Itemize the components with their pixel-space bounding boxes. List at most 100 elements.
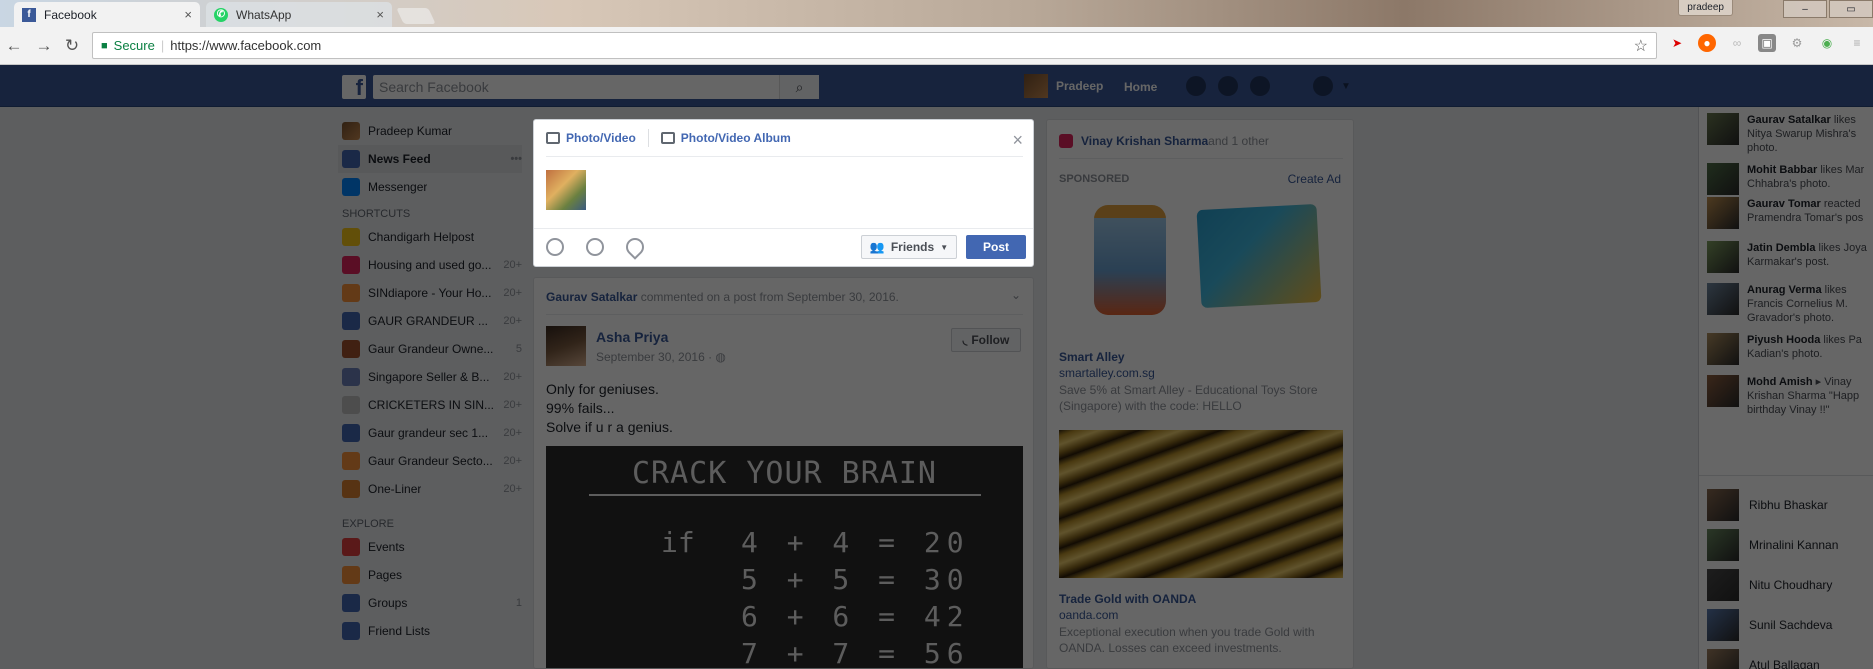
extension-bird-icon[interactable]: ➤ <box>1668 34 1686 52</box>
ticker-line: likes Joya <box>1815 242 1867 254</box>
close-tab-icon[interactable]: × <box>376 7 384 22</box>
home-link[interactable]: Home <box>1124 80 1157 94</box>
tab-photo-video-label: Photo/Video <box>566 131 636 145</box>
nav-explore[interactable]: Pages <box>342 561 522 589</box>
nav-shortcut[interactable]: Chandigarh Helpost <box>342 223 522 251</box>
close-tab-icon[interactable]: × <box>184 7 192 22</box>
nav-shortcut[interactable]: GAUR GRANDEUR ... 20+ <box>342 307 522 335</box>
ad-url[interactable]: smartalley.com.sg <box>1059 366 1155 380</box>
forward-arrow-icon[interactable]: → <box>34 36 54 56</box>
tab-facebook[interactable]: f Facebook × <box>14 2 200 27</box>
ticker-item[interactable]: Jatin Dembla likes Joya Karmakar's post. <box>1707 241 1873 273</box>
story-actor-link[interactable]: Gaurav Satalkar <box>546 290 637 304</box>
new-tab-button[interactable] <box>396 8 436 24</box>
nav-shortcut[interactable]: Gaur grandeur sec 1... 20+ <box>342 419 522 447</box>
post-button[interactable]: Post <box>966 235 1026 259</box>
ticker-line: Karmakar's post. <box>1747 256 1830 268</box>
search-input[interactable]: Search Facebook ⌕ <box>373 75 819 99</box>
messenger-icon[interactable] <box>1218 76 1238 96</box>
ticker-item[interactable]: Piyush Hooda likes Pa Kadian's photo. <box>1707 333 1873 365</box>
notifications-globe-icon[interactable] <box>1250 76 1270 96</box>
ad-url[interactable]: oanda.com <box>1059 608 1118 622</box>
ticker-item[interactable]: Gaurav Tomar reacted Pramendra Tomar's po… <box>1707 197 1873 229</box>
maximize-button[interactable]: ▭ <box>1829 0 1873 18</box>
tab-whatsapp[interactable]: ✆ WhatsApp × <box>206 2 392 27</box>
extension-menu-icon[interactable]: ≡ <box>1848 34 1866 52</box>
birthday-reminder[interactable]: Vinay Krishan Sharma and 1 other <box>1059 134 1269 148</box>
author-name[interactable]: Asha Priya <box>596 329 668 345</box>
ticker-line: photo. <box>1747 142 1778 154</box>
tab-photo-video[interactable]: Photo/Video <box>546 131 636 145</box>
window-controls: – ▭ <box>1783 0 1873 18</box>
header-help: ▼ <box>1313 76 1351 96</box>
ticker-line: reacted <box>1820 198 1861 210</box>
back-arrow-icon[interactable]: ← <box>4 36 24 56</box>
ticker-item[interactable]: Anurag Verma likes Francis Cornelius M. Gr… <box>1707 283 1873 325</box>
attached-photo-thumbnail[interactable] <box>546 170 586 210</box>
nav-shortcut[interactable]: CRICKETERS IN SIN... 20+ <box>342 391 522 419</box>
nav-shortcut[interactable]: Housing and used go... 20+ <box>342 251 522 279</box>
feeling-smiley-icon[interactable] <box>586 238 604 256</box>
nav-shortcut[interactable]: Gaur Grandeur Owne... 5 <box>342 335 522 363</box>
location-pin-icon[interactable] <box>622 234 648 260</box>
follow-button[interactable]: ◟ Follow <box>951 328 1021 352</box>
close-icon[interactable]: × <box>1012 130 1023 151</box>
profile-link[interactable]: Pradeep <box>1024 74 1103 98</box>
tag-friends-icon[interactable] <box>546 238 564 256</box>
ad-image-gold[interactable] <box>1059 430 1343 578</box>
ticker-text: Mohit Babbar likes Mar Chhabra's photo. <box>1747 163 1864 195</box>
nav-explore[interactable]: Friend Lists <box>342 617 522 645</box>
extension-orange-icon[interactable]: ● <box>1698 34 1716 52</box>
post-timestamp[interactable]: September 30, 2016 · ◍ <box>596 350 726 364</box>
story-options-chevron-icon[interactable]: ⌄ <box>1011 288 1021 302</box>
ticker-item[interactable]: Mohit Babbar likes Mar Chhabra's photo. <box>1707 163 1873 195</box>
address-bar[interactable]: ■ Secure | https://www.facebook.com ☆ <box>92 32 1657 59</box>
extension-chrome-icon[interactable]: ◉ <box>1818 34 1836 52</box>
toy-box-image <box>1196 203 1322 309</box>
nav-shortcut[interactable]: Singapore Seller & B... 20+ <box>342 363 522 391</box>
nav-messenger-icon <box>342 178 360 196</box>
nav-profile[interactable]: Pradeep Kumar <box>342 117 522 145</box>
ticker-item[interactable]: Gaurav Satalkar likes Nitya Swarup Mishra… <box>1707 113 1873 155</box>
create-ad-link[interactable]: Create Ad <box>1288 172 1341 186</box>
nav-shortcut[interactable]: SINdiapore - Your Ho... 20+ <box>342 279 522 307</box>
reload-icon[interactable]: ↻ <box>62 36 82 56</box>
help-icon[interactable] <box>1313 76 1333 96</box>
ad-title[interactable]: Trade Gold with OANDA <box>1059 592 1196 606</box>
tab-photo-album[interactable]: Photo/Video Album <box>660 131 791 145</box>
chat-contact[interactable]: Nitu Choudhary <box>1707 569 1873 601</box>
minimize-button[interactable]: – <box>1783 0 1827 18</box>
extension-gear-icon[interactable]: ⚙ <box>1788 34 1806 52</box>
bookmark-star-icon[interactable]: ☆ <box>1634 36 1648 56</box>
post-image[interactable]: CRACK YOUR BRAIN if 4 + 4 = 20 5 + 5 = 3… <box>546 446 1023 668</box>
account-menu-chevron-icon[interactable]: ▼ <box>1341 81 1351 92</box>
chat-contact[interactable]: Mrinalini Kannan <box>1707 529 1873 561</box>
extension-square-icon[interactable]: ▣ <box>1758 34 1776 52</box>
author-avatar[interactable] <box>546 326 586 366</box>
search-icon[interactable]: ⌕ <box>779 75 819 99</box>
more-options-icon[interactable]: ••• <box>510 153 522 165</box>
ticker-item[interactable]: Mohd Amish ▸ Vinay Krishan Sharma "Happ bi… <box>1707 375 1873 417</box>
ad-image-toys[interactable] <box>1059 195 1343 320</box>
chat-contact[interactable]: Atul Ballagan <box>1707 649 1873 669</box>
nav-shortcut[interactable]: One-Liner 20+ <box>342 475 522 503</box>
profile-name: pradeep <box>1687 2 1724 13</box>
facebook-logo-icon[interactable]: f <box>342 75 366 99</box>
chat-contact[interactable]: Ribhu Bhaskar <box>1707 489 1873 521</box>
nav-explore[interactable]: Events <box>342 533 522 561</box>
feed-story: Gaurav Satalkar commented on a post from… <box>533 277 1034 669</box>
nav-explore[interactable]: Groups 1 <box>342 589 522 617</box>
nav-news-feed[interactable]: News Feed ••• <box>338 145 522 173</box>
profile-avatar <box>342 122 360 140</box>
nav-count: 20+ <box>503 399 522 411</box>
extension-link-icon[interactable]: ∞ <box>1728 34 1746 52</box>
nav-shortcut[interactable]: Gaur Grandeur Secto... 20+ <box>342 447 522 475</box>
audience-label: Friends <box>890 240 935 254</box>
audience-selector[interactable]: 👥 Friends ▼ <box>861 235 957 259</box>
ad-title[interactable]: Smart Alley <box>1059 350 1125 364</box>
profile-chip[interactable]: pradeep <box>1678 0 1733 16</box>
friend-requests-icon[interactable] <box>1186 76 1206 96</box>
chat-contact[interactable]: Sunil Sachdeva <box>1707 609 1873 641</box>
nav-label: CRICKETERS IN SIN... <box>368 398 495 412</box>
nav-messenger[interactable]: Messenger <box>342 173 522 201</box>
